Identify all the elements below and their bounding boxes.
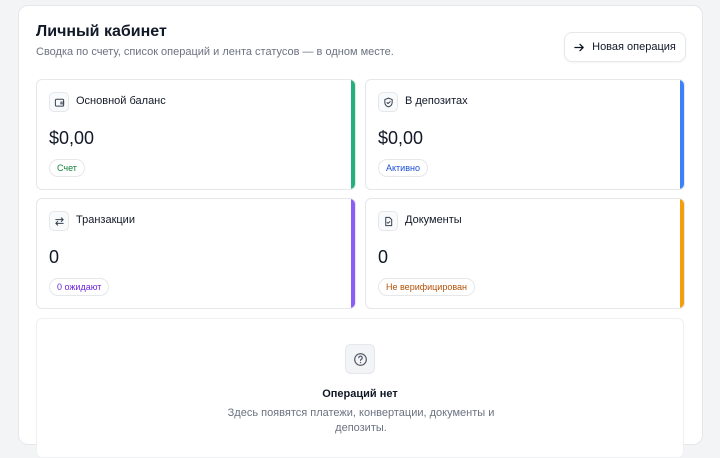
card-deposits: В депозитах $0,00 Активно (365, 79, 685, 190)
transfer-arrows-icon (49, 211, 69, 231)
card-value: 0 (49, 247, 60, 267)
card-accent-bar (680, 80, 684, 189)
card-label: Документы (405, 214, 462, 226)
card-value: 0 (378, 247, 389, 267)
card-label: Транзакции (76, 214, 135, 226)
question-circle-icon (345, 344, 375, 374)
page-title: Личный кабинет (36, 23, 167, 40)
card-label: В депозитах (405, 95, 468, 107)
empty-state: Операций нет Здесь появятся платежи, кон… (36, 318, 684, 458)
arrow-right-icon (574, 42, 585, 53)
empty-state-title: Операций нет (322, 388, 398, 400)
card-value: $0,00 (49, 128, 95, 148)
page-subtitle: Сводка по счету, список операций и лента… (36, 46, 394, 58)
document-icon (378, 211, 398, 231)
empty-state-description: Здесь появятся платежи, конвертации, док… (227, 407, 495, 434)
status-badge: 0 ожидают (49, 278, 110, 296)
card-label: Основной баланс (76, 95, 166, 107)
card-transactions: Транзакции 0 0 ожидают (36, 198, 356, 309)
card-main-balance: Основной баланс $0,00 Счет (36, 79, 356, 190)
card-accent-bar (351, 80, 355, 189)
card-documents: Документы 0 Не верифицирован (365, 198, 685, 309)
status-badge: Не верифицирован (378, 278, 476, 296)
card-accent-bar (351, 199, 355, 308)
card-value: $0,00 (378, 128, 424, 148)
wallet-icon (49, 92, 69, 112)
shield-icon (378, 92, 398, 112)
card-accent-bar (680, 199, 684, 308)
status-badge: Счет (49, 159, 85, 177)
new-operation-button[interactable]: Новая операция (564, 32, 686, 62)
new-operation-label: Новая операция (592, 41, 676, 53)
dashboard-panel: Личный кабинет Сводка по счету, список о… (18, 5, 703, 458)
status-badge: Активно (378, 159, 428, 177)
